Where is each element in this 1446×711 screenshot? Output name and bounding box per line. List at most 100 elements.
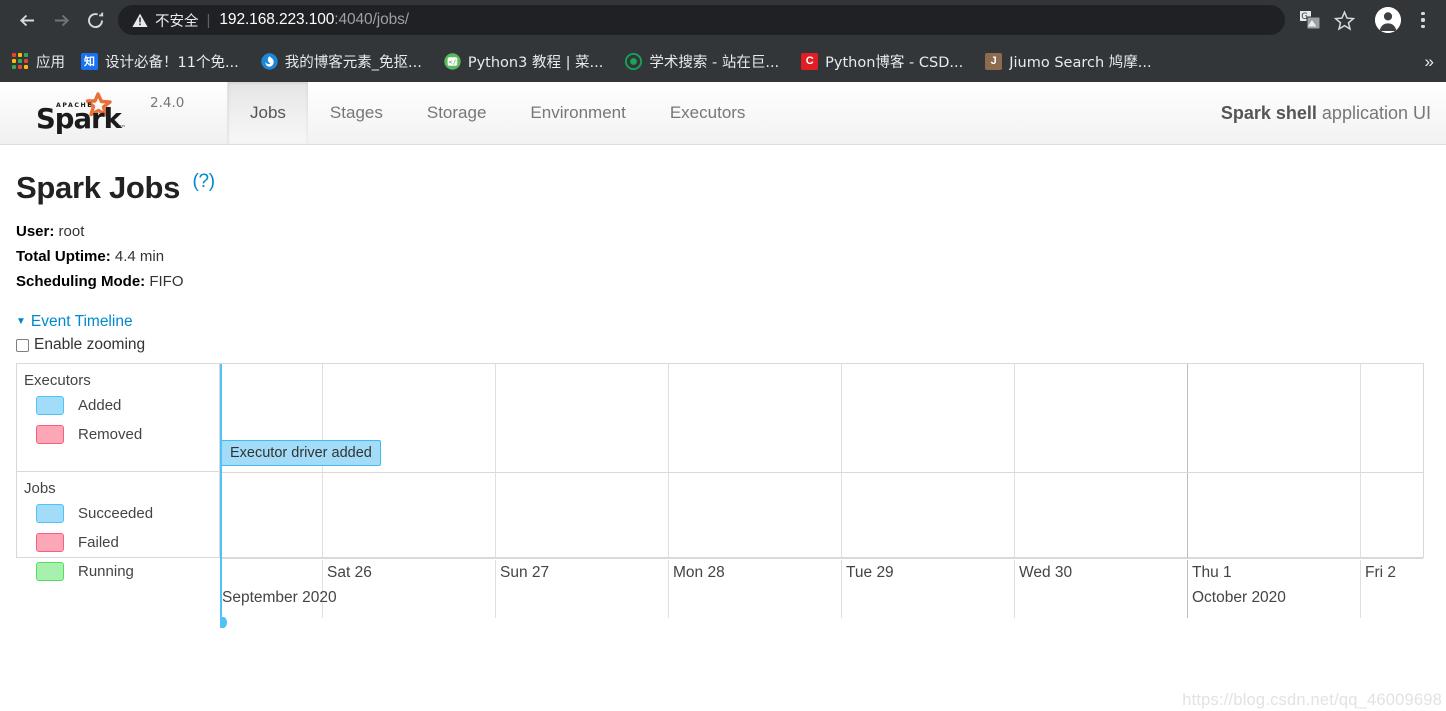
scholar-favicon-icon [625,52,643,70]
timeline-axis-divider [220,558,1423,560]
event-timeline-chart[interactable]: Executors Added Removed Jobs Succeeded F… [16,363,1424,629]
tab-environment[interactable]: Environment [508,82,647,144]
security-status-text: 不安全 [155,13,199,30]
application-name: Spark shell [1220,102,1317,123]
axis-tick: Wed 30 [1014,560,1187,619]
address-bar[interactable]: 不安全 | 192.168.223.100:4040/jobs/ [118,5,1285,35]
axis-day-label: Mon 28 [673,564,725,582]
legend-item-added: Added [36,392,219,419]
help-link[interactable]: (?) [192,171,215,192]
gridline [1187,364,1188,560]
watermark-text: https://blog.csdn.net/qq_46009698 [1182,691,1442,709]
timeline-event-executor-driver-added[interactable]: Executor driver added [221,440,381,467]
gridline [495,364,496,560]
swatch-removed [36,425,64,445]
timeline-grid: Executor driver added [219,364,1423,629]
legend-label-running: Running [78,563,134,581]
legend-item-running: Running [36,558,219,585]
blog-favicon-icon [261,52,278,70]
warning-triangle-icon [132,13,148,27]
spark-brand[interactable]: APACHE Spark ™ 2.4.0 [0,82,228,144]
apps-grid-icon [12,53,28,69]
legend-group-executors: Executors Added Removed [17,364,219,473]
legend-item-failed: Failed [36,529,219,556]
bookmark-item[interactable]: 我的博客元素_免抠... [261,51,422,72]
forward-arrow-icon [54,14,69,26]
meta-uptime-value: 4.4 min [114,248,165,266]
axis-day-label: Wed 30 [1019,564,1073,582]
tab-stages[interactable]: Stages [308,82,405,144]
tab-storage[interactable]: Storage [405,82,509,144]
url-host: 192.168.223.100 [219,11,335,28]
swatch-running [36,562,64,582]
caret-down-icon: ▼ [16,316,26,328]
tab-jobs[interactable]: Jobs [228,82,308,144]
timeline-legend: Executors Added Removed Jobs Succeeded F… [17,364,220,582]
axis-day-label: Sat 26 [327,564,372,582]
back-arrow-icon [19,14,34,26]
tab-executors[interactable]: Executors [648,82,768,144]
profile-avatar-icon [1375,7,1401,33]
meta-scheduling-mode-label: Scheduling Mode: [16,273,146,291]
chrome-menu-button[interactable] [1410,5,1436,35]
reload-button[interactable] [78,3,112,37]
axis-tick: Fri 2 [1360,560,1446,619]
bookmark-star-button[interactable] [1327,3,1361,37]
zhihu-favicon-icon: 知 [81,52,98,70]
page-title-text: Spark Jobs [16,170,181,205]
meta-scheduling-mode-value: FIFO [149,273,184,291]
application-title: Spark shell application UI [1221,82,1446,144]
legend-title-executors: Executors [24,372,91,390]
axis-tick: Tue 29 [841,560,1014,619]
svg-text:</>: </> [448,58,460,66]
axis-tick: Thu 1 October 2020 [1187,560,1360,619]
meta-user-value: root [58,223,85,241]
bookmark-item[interactable]: 学术搜索 - 站在巨... [625,51,779,72]
axis-tick: Sun 27 [495,560,668,619]
bookmark-item[interactable]: </> Python3 教程 | 菜... [444,51,603,72]
bookmarks-bar: 应用 知 设计必备！11个免... 我的博客元素_免抠... </> Pytho… [0,40,1446,82]
axis-day-label: Tue 29 [846,564,894,582]
legend-label-succeeded: Succeeded [78,505,154,523]
axis-month-label: October 2020 [1192,589,1286,607]
bookmark-item-apps[interactable]: 应用 [12,51,65,72]
svg-text:™: ™ [119,124,126,132]
spark-nav-tabs: Jobs Stages Storage Environment Executor… [228,82,1221,144]
browser-chrome: 不安全 | 192.168.223.100:4040/jobs/ G 应用 知 … [0,0,1446,82]
axis-month-label-september: September 2020 [222,589,337,607]
swatch-added [36,396,64,416]
page-content: Spark Jobs (?) User: root Total Uptime: … [0,145,1446,629]
csdn-favicon-icon: C [801,52,819,70]
legend-item-succeeded: Succeeded [36,500,219,527]
bookmark-label: 设计必备！11个免... [105,54,239,71]
bookmark-item[interactable]: C Python博客 - CSD... [801,51,963,72]
kebab-dot [1421,24,1425,28]
spark-version-label: 2.4.0 [150,95,185,111]
meta-scheduling-mode: Scheduling Mode: FIFO [16,273,1430,291]
swatch-succeeded [36,504,64,524]
application-title-suffix: application UI [1321,102,1431,123]
jiumo-favicon-icon: J [985,52,1003,70]
enable-zooming-label[interactable]: Enable zooming [34,336,145,354]
runoob-favicon-icon: </> [444,52,461,70]
bookmarks-overflow-button[interactable]: » [1425,53,1434,70]
enable-zooming-checkbox[interactable] [16,338,29,352]
bookmark-item[interactable]: J Jiumo Search 鸠摩... [985,51,1152,72]
bookmark-label: 学术搜索 - 站在巨... [649,54,780,71]
legend-label-removed: Removed [78,426,143,444]
meta-uptime: Total Uptime: 4.4 min [16,248,1430,266]
forward-button[interactable] [44,3,78,37]
gridline [668,364,669,560]
profile-avatar[interactable] [1375,7,1401,33]
kebab-dot [1421,18,1425,22]
legend-title-jobs: Jobs [24,480,56,498]
axis-tick: Sat 26 [322,560,495,619]
meta-uptime-label: Total Uptime: [16,248,111,266]
bookmark-item[interactable]: 知 设计必备！11个免... [81,51,239,72]
url-path: :4040/jobs/ [334,11,410,28]
event-timeline-toggle[interactable]: ▼ Event Timeline [16,313,133,331]
back-button[interactable] [10,3,44,37]
translate-button[interactable]: G [1295,5,1325,35]
legend-group-jobs: Jobs Succeeded Failed Running [17,472,219,582]
apache-spark-logo-icon: APACHE Spark ™ [36,92,141,135]
